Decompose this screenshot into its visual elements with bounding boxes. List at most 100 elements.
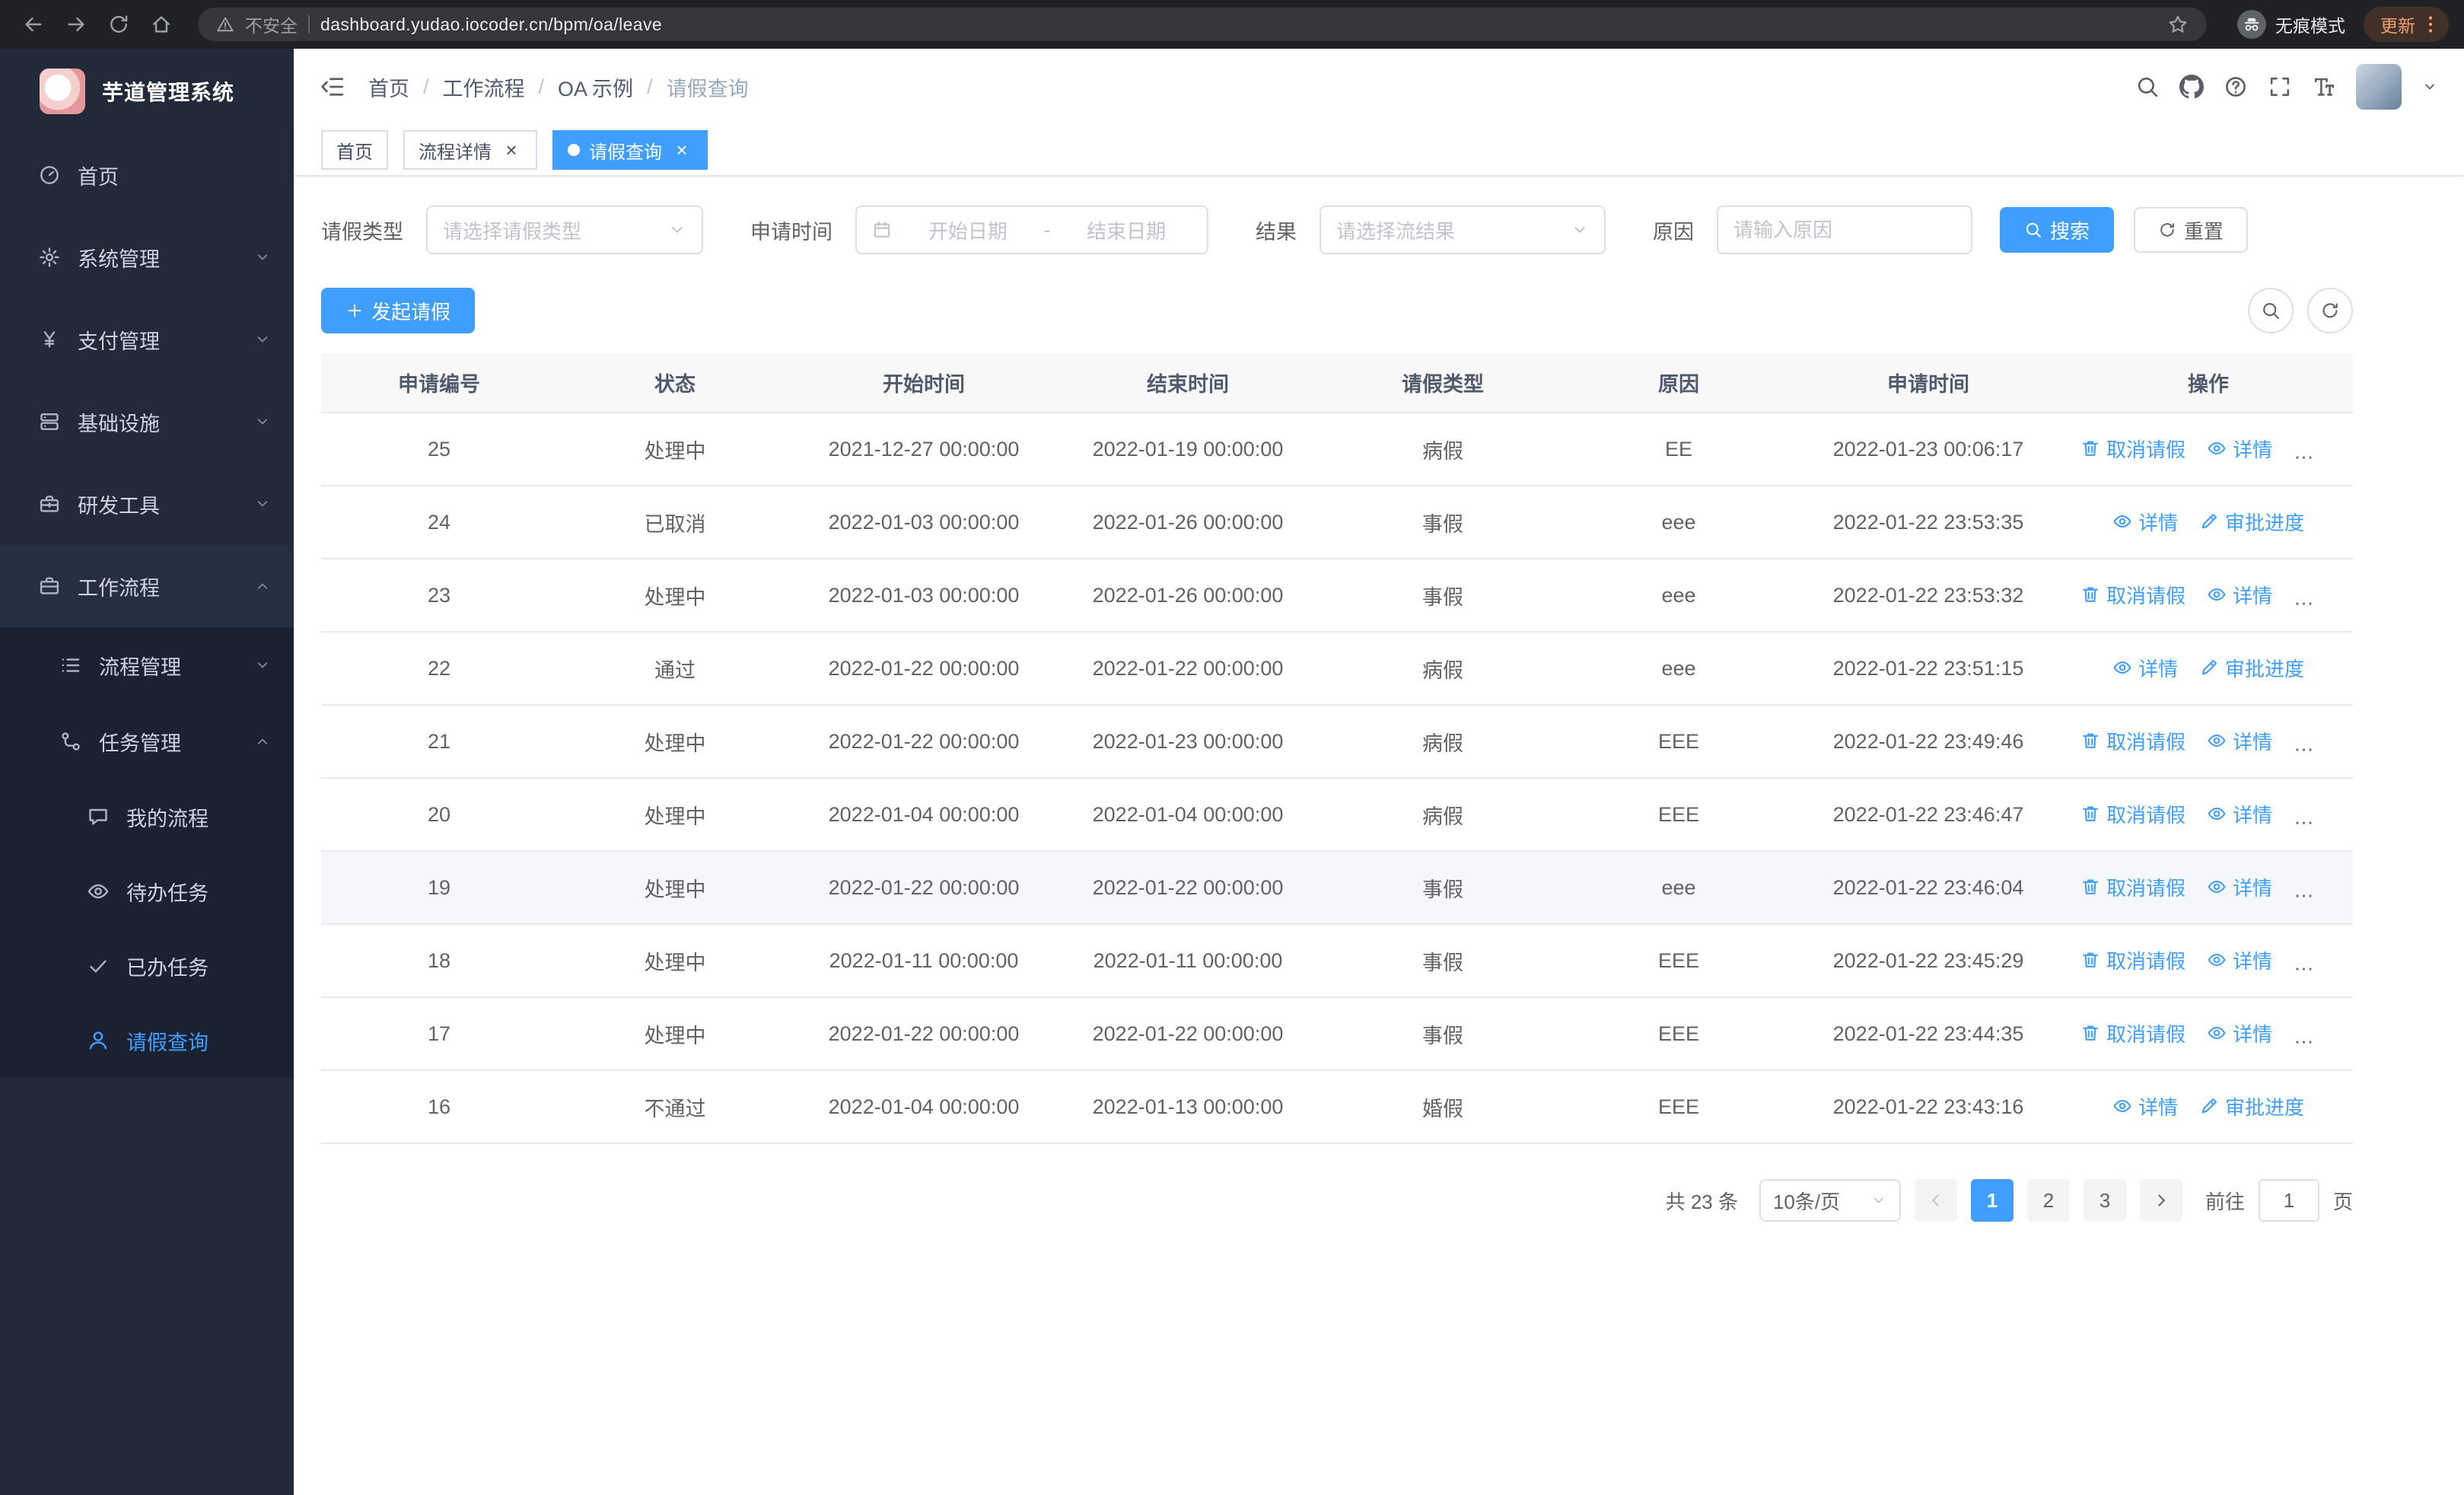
progress-action-link[interactable]: 审批进度 <box>2199 1092 2304 1120</box>
sidebar-item-infrastructure[interactable]: 基础设施 <box>0 381 294 463</box>
detail-action-link[interactable]: 详情 <box>2207 800 2272 828</box>
tab-2[interactable]: 请假查询 × <box>552 130 708 170</box>
cancel-action-link[interactable]: 取消请假 <box>2080 435 2185 463</box>
sidebar-item-payment-management[interactable]: 支付管理 <box>0 298 294 381</box>
progress-action-link[interactable]: 审批进度 <box>2199 654 2304 682</box>
chevron-down-icon <box>668 221 686 239</box>
tab-1[interactable]: 流程详情 × <box>403 130 537 170</box>
eye-icon <box>2207 438 2227 458</box>
eye-icon <box>2112 658 2132 677</box>
delete-icon <box>2080 585 2100 604</box>
reason-input[interactable] <box>1717 206 1972 254</box>
cancel-action-link[interactable]: 取消请假 <box>2080 873 2185 901</box>
end-date-placeholder: 结束日期 <box>1087 219 1167 243</box>
sidebar-item-home[interactable]: 首页 <box>0 134 294 216</box>
reset-button[interactable]: 重置 <box>2134 207 2249 253</box>
create-leave-button[interactable]: 发起请假 <box>321 288 476 333</box>
breadcrumb-separator: / <box>647 75 653 98</box>
action-label: 取消请假 <box>2106 949 2186 973</box>
header-search-icon[interactable] <box>2135 75 2160 99</box>
detail-action-link[interactable]: 详情 <box>2207 873 2272 901</box>
table-row: 17 处理中 2022-01-22 00:00:00 2022-01-22 00:00… <box>321 997 2353 1071</box>
page-button-2[interactable]: 2 <box>2026 1179 2070 1222</box>
help-icon[interactable] <box>2224 75 2248 99</box>
delete-icon <box>2080 877 2100 897</box>
detail-action-link[interactable]: 详情 <box>2112 508 2178 536</box>
arrow-left-icon <box>1927 1191 1945 1210</box>
action-label: 审批进度 <box>2319 949 2353 973</box>
sidebar-item-dev-tools[interactable]: 研发工具 <box>0 463 294 545</box>
sidebar-item-todo-tasks[interactable]: 待办任务 <box>0 854 294 929</box>
bookmark-star-icon[interactable] <box>2167 14 2189 35</box>
search-icon <box>2024 221 2042 239</box>
sidebar-item-done-tasks[interactable]: 已办任务 <box>0 929 294 1003</box>
sidebar-item-my-process[interactable]: 我的流程 <box>0 779 294 854</box>
detail-action-link[interactable]: 详情 <box>2207 435 2272 463</box>
browser-reload-button[interactable] <box>100 6 137 43</box>
sidebar-item-workflow[interactable]: 工作流程 <box>0 545 294 627</box>
cell-status: 处理中 <box>557 413 793 486</box>
table-row: 23 处理中 2022-01-03 00:00:00 2022-01-26 00:00… <box>321 559 2353 633</box>
refresh-table-button[interactable] <box>2307 288 2353 333</box>
page-button-3[interactable]: 3 <box>2083 1179 2126 1222</box>
browser-back-button[interactable] <box>15 6 52 43</box>
browser-home-button[interactable] <box>143 6 180 43</box>
tab-close-icon[interactable]: × <box>501 139 522 161</box>
detail-action-link[interactable]: 详情 <box>2112 654 2178 682</box>
fullscreen-icon[interactable] <box>2268 75 2292 99</box>
sidebar-item-label: 支付管理 <box>78 330 160 353</box>
search-button[interactable]: 搜索 <box>2000 207 2115 253</box>
leave-type-select[interactable]: 请选择请假类型 <box>426 206 703 254</box>
address-bar[interactable]: 不安全 dashboard.yudao.iocoder.cn/bpm/oa/le… <box>198 8 2207 41</box>
cell-reason: eee <box>1565 851 1793 925</box>
cancel-action-link[interactable]: 取消请假 <box>2080 581 2185 609</box>
cancel-action-link[interactable]: 取消请假 <box>2080 727 2185 755</box>
font-size-icon[interactable] <box>2312 75 2336 99</box>
detail-action-link[interactable]: 详情 <box>2207 581 2272 609</box>
sidebar-item-leave-query[interactable]: 请假查询 <box>0 1003 294 1078</box>
detail-action-link[interactable]: 详情 <box>2207 1019 2272 1047</box>
cell-end-time: 2022-01-19 00:00:00 <box>1055 413 1321 486</box>
sidebar-item-system-management[interactable]: 系统管理 <box>0 216 294 298</box>
cell-end-time: 2022-01-26 00:00:00 <box>1055 559 1321 633</box>
sidebar-item-task-management[interactable]: 任务管理 <box>0 703 294 779</box>
goto-page-input[interactable] <box>2258 1179 2319 1222</box>
tab-label: 流程详情 <box>419 142 492 163</box>
result-select[interactable]: 请选择流结果 <box>1320 206 1606 254</box>
avatar-caret-icon[interactable] <box>2421 78 2438 95</box>
next-page-button[interactable] <box>2139 1179 2182 1222</box>
detail-action-link[interactable]: 详情 <box>2207 946 2272 974</box>
chevron-down-icon <box>254 657 271 674</box>
action-label: 详情 <box>2233 438 2273 461</box>
goto-label: 前往 <box>2205 1190 2245 1213</box>
user-avatar[interactable] <box>2356 64 2402 110</box>
update-button[interactable]: 更新 <box>2364 7 2449 42</box>
date-range-picker[interactable]: 开始日期 - 结束日期 <box>855 206 1208 254</box>
breadcrumb-item[interactable]: OA 示例 <box>558 72 633 102</box>
action-label: 取消请假 <box>2106 1022 2186 1046</box>
progress-action-link[interactable]: 审批进度 <box>2199 508 2304 536</box>
sidebar-item-process-management[interactable]: 流程管理 <box>0 627 294 703</box>
detail-action-link[interactable]: 详情 <box>2207 727 2272 755</box>
browser-menu-dots-icon[interactable] <box>2420 14 2441 35</box>
toggle-search-button[interactable] <box>2248 288 2294 333</box>
page-button-1[interactable]: 1 <box>1970 1179 2014 1222</box>
tab-close-icon[interactable]: × <box>671 139 692 161</box>
cancel-action-link[interactable]: 取消请假 <box>2080 1019 2185 1047</box>
prev-page-button[interactable] <box>1914 1179 1957 1222</box>
github-icon[interactable] <box>2179 75 2204 99</box>
cancel-action-link[interactable]: 取消请假 <box>2080 946 2185 974</box>
table-row: 24 已取消 2022-01-03 00:00:00 2022-01-26 00:00… <box>321 486 2353 559</box>
page-size-select[interactable]: 10条/页 <box>1759 1179 1901 1222</box>
tab-0[interactable]: 首页 <box>321 130 388 170</box>
sidebar-collapse-button[interactable] <box>320 74 345 100</box>
cell-end-time: 2022-01-26 00:00:00 <box>1055 486 1321 559</box>
chevron-down-icon <box>254 413 271 430</box>
breadcrumb-item[interactable]: 工作流程 <box>443 72 525 102</box>
browser-forward-button[interactable] <box>58 6 94 43</box>
cancel-action-link[interactable]: 取消请假 <box>2080 800 2185 828</box>
breadcrumb-item[interactable]: 首页 <box>368 72 409 102</box>
cell-leave-type: 病假 <box>1321 632 1565 706</box>
detail-action-link[interactable]: 详情 <box>2112 1092 2178 1120</box>
action-label: 详情 <box>2138 511 2178 534</box>
